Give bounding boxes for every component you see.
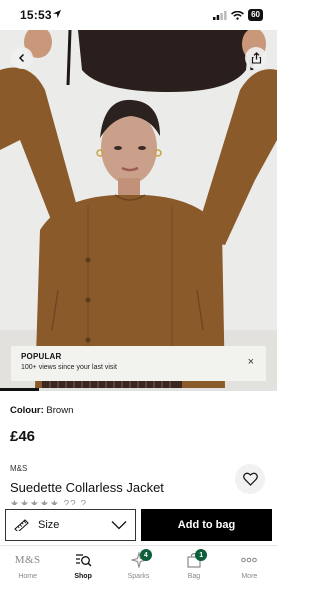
sparks-badge: 4 [139,549,152,561]
heart-icon [242,472,258,486]
ms-logo-icon: M&S [14,554,41,566]
tab-bag[interactable]: 1 Bag [166,546,221,600]
close-icon[interactable]: × [248,357,254,368]
gallery-progress [0,388,277,391]
status-indicators: 60 [213,9,263,21]
tab-bar: M&S Home Shop 4 Sparks 1 Bag More [0,545,277,600]
back-arrow-icon [18,53,25,63]
colour-line: Colour: Brown [10,405,73,416]
product-photo [0,30,277,388]
more-dots-icon [241,557,258,563]
back-button[interactable] [11,47,33,69]
product-image[interactable] [0,30,277,388]
tab-shop[interactable]: Shop [55,546,110,600]
toast-title: POPULAR [21,352,62,361]
wishlist-button[interactable] [235,464,265,494]
product-title: Suedette Collarless Jacket [10,480,164,495]
size-label: Size [38,519,60,531]
bag-badge: 1 [195,549,208,561]
status-bar: 15:53 60 [0,0,277,30]
gallery-progress-fill [0,388,39,391]
tab-home[interactable]: M&S Home [0,546,55,600]
wifi-icon [231,10,245,20]
product-price: £46 [10,428,36,445]
tab-sparks[interactable]: 4 Sparks [111,546,166,600]
tab-more[interactable]: More [222,546,277,600]
search-list-icon [75,554,92,567]
location-arrow-icon [53,10,61,18]
product-brand: M&S [10,464,28,473]
size-select[interactable]: Size [5,509,136,541]
tab-bag-label: Bag [187,573,201,580]
chevron-down-icon [111,521,127,530]
colour-value: Brown [46,405,74,416]
ruler-icon [14,519,29,531]
battery-icon: 60 [248,9,263,21]
tab-more-label: More [241,573,258,580]
add-to-bag-button[interactable]: Add to bag [141,509,272,541]
signal-icon [213,10,227,20]
action-bar: Size Add to bag [0,505,277,545]
share-button[interactable] [245,47,267,69]
tab-home-label: Home [18,573,38,580]
tab-shop-label: Shop [74,573,92,580]
status-time: 15:53 [20,8,52,22]
popular-toast: POPULAR 100+ views since your last visit… [11,346,266,381]
toast-subtitle: 100+ views since your last visit [21,364,117,371]
colour-label: Colour: [10,405,44,416]
share-icon [251,52,261,64]
tab-sparks-label: Sparks [127,573,150,580]
